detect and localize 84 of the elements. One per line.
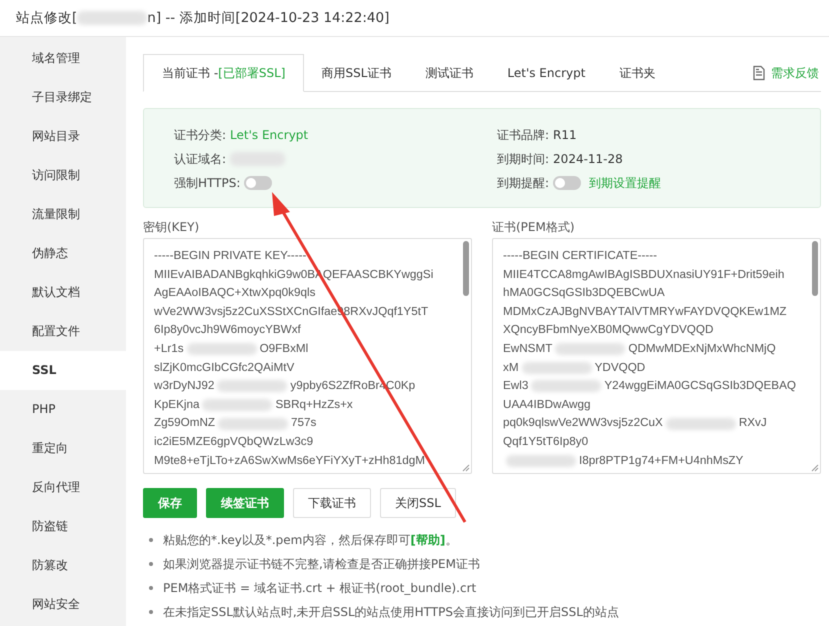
text-line: Qqf1Y5tT6Ip8y0 [503,434,588,450]
text-line: Zg59OmNZ [154,415,216,432]
text-line: -----BEGIN PRIVATE KEY----- [154,248,306,264]
note-text: PEM格式证书 = 域名证书.crt + 根证书(root_bundle).crt [163,580,476,596]
blurred-text [218,418,288,430]
blurred-text [666,418,736,430]
text-line: 6Ip8y0vcJh9W6moycYBWxf [154,322,301,338]
text-line: XQncyBFbmNyeXB0MQwwCgYDVQQD [503,322,714,338]
sidebar-item[interactable]: 防盗链 [0,507,126,546]
tab[interactable]: 证书夹 [602,54,672,92]
text-area[interactable] [143,238,472,474]
info-label: 认证域名: [174,150,226,168]
info-value: Let's Encrypt [230,128,308,142]
field-label: 密钥(KEY) [143,219,200,236]
note-text: 粘贴您的*.key以及*.pem内容，然后保存即可[帮助]。 [163,532,458,548]
text-line: UAA4IBDwAwgg [503,396,590,413]
action-button[interactable]: 下载证书 [293,488,371,518]
text-line: ic2iE5MZE6gpVQbQWzLw3c9 [154,434,314,450]
blurred-text [555,343,626,356]
field-label: 证书(PEM格式) [492,219,576,236]
sidebar-item[interactable]: 配置文件 [0,312,126,351]
text-line: xM [503,360,519,376]
sidebar-item[interactable]: 域名管理 [0,39,126,78]
blurred-text [531,380,602,392]
text-line: +Lr1s [154,340,184,357]
sidebar-item[interactable]: 反向代理 [0,468,126,507]
info-label: 强制HTTPS: [174,174,240,192]
sidebar-item[interactable]: 默认文档 [0,273,126,312]
text-line: O9FBxMl [260,340,308,357]
text-line: MDMxCzAJBgNVBAYTAlVTMRYwFAYDVQQKEw1MZ [503,304,787,320]
info-label: 到期时间: [497,150,550,168]
text-line: RXvJ [738,415,767,432]
toggle-switch[interactable] [553,176,582,190]
text-line: SBRq+HzZs+x [275,396,353,413]
action-button[interactable]: 关闭SSL [380,488,456,518]
blurred-text [522,362,592,374]
sidebar-item[interactable]: SSL [0,351,126,390]
blurred-domain [77,11,148,25]
sidebar-item[interactable]: 网站目录 [0,117,126,156]
text-line: Ewl3 [503,378,528,394]
sidebar-item[interactable]: 流量限制 [0,195,126,234]
text-line: KpEKjna [154,396,200,413]
resize-grip-icon[interactable] [810,463,819,472]
text-line: -----BEGIN CERTIFICATE----- [503,248,658,264]
text-line: slZjK0mcGIbCGfc2QAiMtV [154,360,294,376]
text-line: Y24wggEiMA0GCSqGSIb3DQEBAQ [604,378,796,394]
info-value: 2024-11-28 [553,152,623,166]
tab[interactable]: 测试证书 [408,54,490,92]
tab[interactable]: 当前证书 -[已部署SSL] [143,54,304,92]
sidebar-item[interactable]: 子目录绑定 [0,78,126,117]
sidebar-item[interactable]: 重定向 [0,429,126,468]
tab[interactable]: 商用SSL证书 [304,54,408,92]
text-line: YDVQQD [594,360,646,376]
toggle-switch[interactable] [244,176,272,190]
note-icon [751,65,767,81]
text-area[interactable] [492,238,821,474]
blurred-text [202,399,272,412]
note-text: 如果浏览器提示证书链不完整,请检查是否正确拼接PEM证书 [163,556,480,572]
sidebar-item[interactable]: 访问限制 [0,156,126,195]
text-line: pq0k9qlswVe2WW3vsj5z2CuX [503,415,663,432]
text-line: w3rDyNJ92 [154,378,214,394]
text-line: I8pr8PTP1g74+FM+U4nhMsZY [579,452,744,469]
sidebar-item[interactable]: 防篡改 [0,546,126,585]
text-line: hMA0GCSqGSIb3DQEBCwUA [503,285,665,302]
text-line: MIIE4TCCA8mgAwIBAgISBDUXnasiUY91F+Drit59eih [503,266,784,283]
window-title: n] -- 添加时间[2024-10-23 14:22:40] [147,9,390,27]
blurred-text [217,380,288,392]
blurred-text [186,343,257,356]
info-label: 到期提醒: [497,174,550,192]
text-line: QDMwMDExNjMxWhcNMjQ [628,340,776,357]
info-value: R11 [553,128,577,142]
sidebar-item[interactable]: PHP [0,390,126,429]
text-line: 757s [291,415,316,432]
resize-grip-icon[interactable] [461,463,470,472]
window-title: 站点修改[ [16,9,78,27]
note-text: 在未指定SSL默认站点时,未开启SSL的站点使用HTTPS会直接访问到已开启SSL的站点 [163,604,619,620]
info-label: 证书分类: [174,126,226,144]
tab[interactable]: Let's Encrypt [490,54,602,92]
text-line: M9te8+eTjLTo+zA6SwXwMs6eYFiYXyT+zHh81dgM [154,452,425,469]
text-line: AgEAAoIBAQC+XtwXpq0k9qls [154,285,316,302]
info-label: 证书品牌: [497,126,550,144]
text-line: EwNSMT [503,340,552,357]
sidebar-item[interactable]: 伪静态 [0,234,126,273]
sidebar-item[interactable]: 网站安全 [0,585,126,624]
